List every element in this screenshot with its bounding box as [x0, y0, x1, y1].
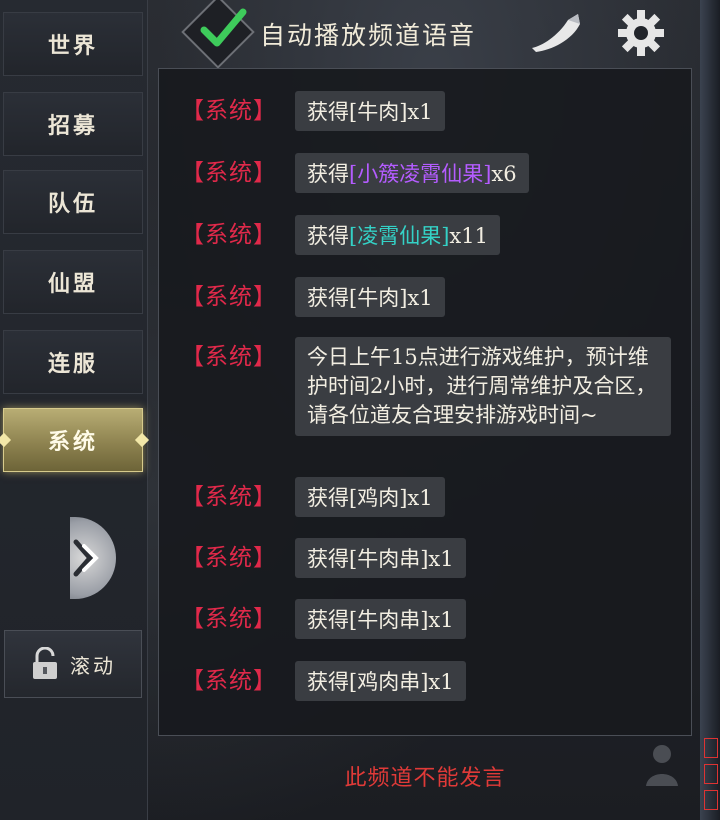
item-name: [鸡肉串]	[349, 670, 429, 694]
gear-icon[interactable]	[616, 8, 666, 58]
item-name: [牛肉串]	[349, 608, 429, 632]
system-tag: 【系统】	[181, 98, 277, 124]
expand-button[interactable]	[70, 517, 116, 599]
chevron-right-icon	[73, 539, 99, 577]
tab-guild[interactable]: 仙盟	[3, 250, 143, 314]
side-strip	[700, 0, 720, 820]
item-qty: x1	[428, 547, 454, 571]
item-name: [牛肉]	[349, 286, 408, 310]
lock-icon	[33, 647, 57, 679]
system-tag: 【系统】	[181, 160, 277, 186]
item-qty: x11	[449, 224, 488, 248]
message-bubble: 获得[牛肉]x1	[295, 91, 445, 131]
message-text: 获得	[307, 224, 349, 248]
person-icon	[646, 745, 678, 786]
item-qty: x1	[407, 100, 433, 124]
channel-notice: 此频道不能发言	[344, 766, 506, 791]
tab-world[interactable]: 世界	[3, 12, 143, 76]
message-bubble: 获得[鸡肉串]x1	[295, 661, 466, 701]
chip	[704, 764, 718, 784]
message-bubble: 获得[牛肉]x1	[295, 277, 445, 317]
tab-system[interactable]: 系统	[3, 408, 143, 472]
message-text: 获得	[307, 162, 349, 186]
item-name[interactable]: [凌霄仙果]	[349, 224, 449, 248]
message-bubble: 获得[小簇凌霄仙果]x6	[295, 153, 529, 193]
item-name: [鸡肉]	[349, 486, 408, 510]
header-bar: 自动播放频道语音	[148, 0, 700, 69]
message-bubble: 获得[牛肉串]x1	[295, 599, 466, 639]
item-name: [牛肉]	[349, 100, 408, 124]
message-text: 获得	[307, 547, 349, 571]
item-name: [牛肉串]	[349, 547, 429, 571]
message-text: 获得	[307, 608, 349, 632]
item-qty: x1	[407, 486, 433, 510]
chip	[704, 738, 718, 758]
message-bubble: 获得[鸡肉]x1	[295, 477, 445, 517]
auto-play-label: 自动播放频道语音	[260, 21, 477, 50]
system-tag: 【系统】	[181, 284, 277, 310]
auto-play-checkbox[interactable]	[181, 0, 255, 69]
item-qty: x6	[491, 162, 517, 186]
chip	[704, 790, 718, 810]
item-qty: x1	[407, 286, 433, 310]
message-bubble: 获得[凌霄仙果]x11	[295, 215, 500, 255]
message-bubble: 获得[牛肉串]x1	[295, 538, 466, 578]
system-tag: 【系统】	[181, 545, 277, 571]
system-tag: 【系统】	[181, 606, 277, 632]
system-tag: 【系统】	[181, 344, 277, 370]
message-text: 获得	[307, 670, 349, 694]
message-panel[interactable]: 【系统】 获得[牛肉]x1 【系统】 获得[小簇凌霄仙果]x6 【系统】 获得[…	[158, 68, 692, 736]
system-tag: 【系统】	[181, 222, 277, 248]
tab-recruit[interactable]: 招募	[3, 92, 143, 156]
message-text: 获得	[307, 286, 349, 310]
item-qty: x1	[428, 670, 454, 694]
horn-icon[interactable]	[528, 10, 584, 54]
announcement-bubble: 今日上午15点进行游戏维护，预计维护时间2小时，进行周常维护及合区，请各位道友合…	[295, 337, 671, 436]
item-qty: x1	[428, 608, 454, 632]
message-text: 获得	[307, 100, 349, 124]
scroll-lock-button[interactable]: 滚动	[4, 630, 142, 698]
item-name[interactable]: [小簇凌霄仙果]	[349, 162, 491, 186]
scroll-label: 滚动	[70, 653, 116, 678]
system-tag: 【系统】	[181, 484, 277, 510]
channel-sidebar: 世界 招募 队伍 仙盟 连服 系统 滚动	[0, 0, 148, 820]
system-tag: 【系统】	[181, 668, 277, 694]
message-text: 获得	[307, 486, 349, 510]
tab-team[interactable]: 队伍	[3, 170, 143, 234]
tab-cross-server[interactable]: 连服	[3, 330, 143, 394]
